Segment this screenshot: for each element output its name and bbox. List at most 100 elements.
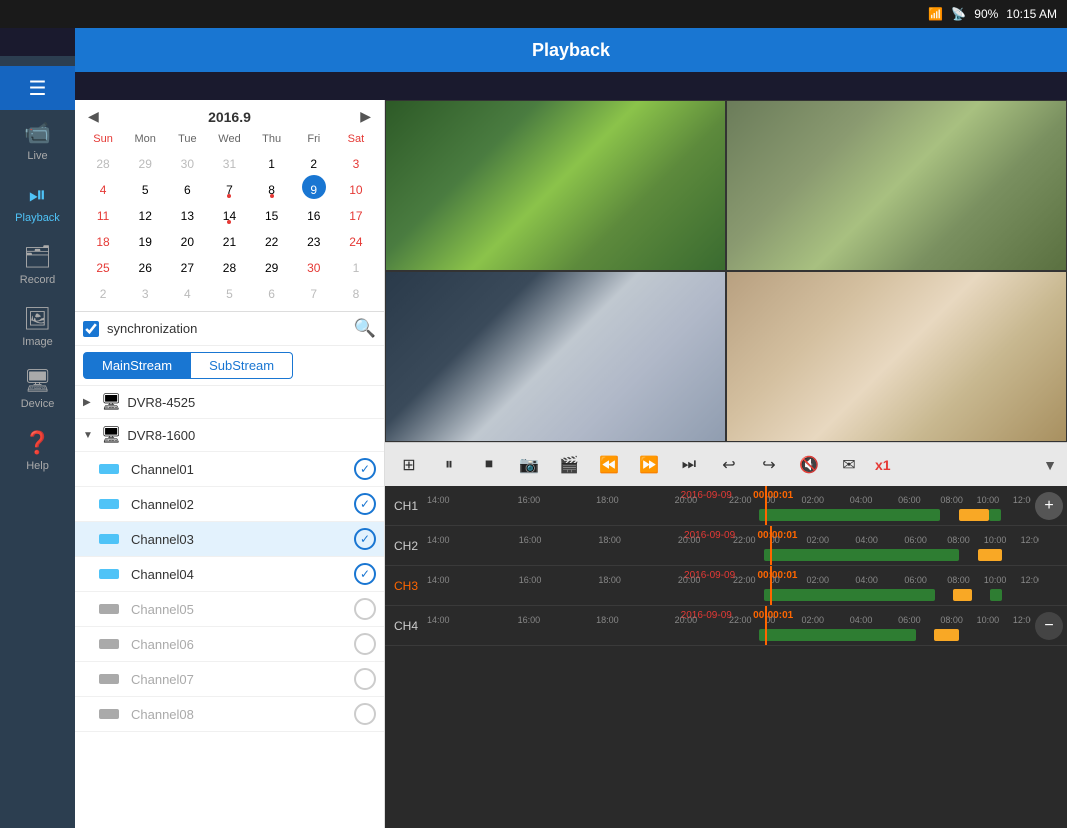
cal-day-8b[interactable]: 8 <box>344 279 368 303</box>
video-cell-3[interactable] <box>385 271 726 442</box>
channel01-row[interactable]: Channel01 ✓ <box>75 452 384 487</box>
forward-button[interactable]: ⏩ <box>635 451 663 479</box>
video-cell-4[interactable] <box>726 271 1067 442</box>
ch1-track[interactable]: 2016-09-09 00:00:01 14:00 16:00 18:00 20… <box>427 486 1031 525</box>
mute-button[interactable]: 🔇 <box>795 451 823 479</box>
channel02-check[interactable]: ✓ <box>354 493 376 515</box>
status-time[interactable]: 10:15 AM <box>1006 7 1057 21</box>
cal-day-8[interactable]: 8 <box>260 175 284 199</box>
cal-day-5b[interactable]: 5 <box>217 279 241 303</box>
pause-button[interactable]: ⏸ <box>435 451 463 479</box>
cal-day-28[interactable]: 28 <box>91 149 115 173</box>
device-dvr1[interactable]: ▶ 🖥 DVR8-4525 <box>75 386 384 419</box>
expand-button[interactable]: ▼ <box>1043 457 1057 473</box>
ch3-track[interactable]: 2016-09-09 00:00:01 14:00 16:00 18:00 20… <box>427 566 1039 605</box>
cal-day-4[interactable]: 4 <box>91 175 115 199</box>
layout-button[interactable]: ⊞ <box>395 451 423 479</box>
cal-day-10[interactable]: 10 <box>344 175 368 199</box>
cal-day-21[interactable]: 21 <box>217 227 241 251</box>
dow-sat: Sat <box>336 131 376 147</box>
sidebar-item-record[interactable]: 🗂 Record <box>0 234 75 296</box>
cal-day-3[interactable]: 3 <box>344 149 368 173</box>
cal-day-16[interactable]: 16 <box>302 201 326 225</box>
cal-day-30b[interactable]: 30 <box>302 253 326 277</box>
cal-day-29[interactable]: 29 <box>133 149 157 173</box>
cal-day-23[interactable]: 23 <box>302 227 326 251</box>
cal-day-1[interactable]: 1 <box>260 149 284 173</box>
sidebar-item-help[interactable]: ❓ Help <box>0 420 75 482</box>
cal-day-11[interactable]: 11 <box>91 201 115 225</box>
cal-day-2b[interactable]: 2 <box>91 279 115 303</box>
cal-day-1b[interactable]: 1 <box>344 253 368 277</box>
channel05-check[interactable] <box>354 598 376 620</box>
video-cell-2[interactable] <box>726 100 1067 271</box>
stop-button[interactable]: ⏹ <box>475 451 503 479</box>
cal-day-7b[interactable]: 7 <box>302 279 326 303</box>
cal-day-7[interactable]: 7 <box>217 175 241 199</box>
video-placeholder-4 <box>727 272 1066 441</box>
cal-day-22[interactable]: 22 <box>260 227 284 251</box>
cal-day-15[interactable]: 15 <box>260 201 284 225</box>
cal-day-2[interactable]: 2 <box>302 149 326 173</box>
channel06-check[interactable] <box>354 633 376 655</box>
sidebar-item-live[interactable]: 📹 Live <box>0 110 75 172</box>
cal-day-25[interactable]: 25 <box>91 253 115 277</box>
cal-day-3b[interactable]: 3 <box>133 279 157 303</box>
channel04-row[interactable]: Channel04 ✓ <box>75 557 384 592</box>
cal-day-9[interactable]: 9 <box>302 175 326 199</box>
ch4-zoom-out[interactable]: − <box>1035 612 1063 640</box>
menu-button[interactable]: ☰ <box>0 66 75 110</box>
channel05-row[interactable]: Channel05 <box>75 592 384 627</box>
cal-day-4b[interactable]: 4 <box>175 279 199 303</box>
cal-day-28b[interactable]: 28 <box>217 253 241 277</box>
channel03-row[interactable]: Channel03 ✓ <box>75 522 384 557</box>
sidebar-item-image[interactable]: 🖼 Image <box>0 296 75 358</box>
next-button[interactable]: ⏭ <box>675 451 703 479</box>
cal-day-5[interactable]: 5 <box>133 175 157 199</box>
cal-day-19[interactable]: 19 <box>133 227 157 251</box>
cal-day-24[interactable]: 24 <box>344 227 368 251</box>
ch4-track[interactable]: 2016-09-09 00:00:01 14:00 16:00 18:00 20… <box>427 606 1031 645</box>
mainstream-button[interactable]: MainStream <box>83 352 191 379</box>
ch1-zoom-in[interactable]: + <box>1035 492 1063 520</box>
cal-day-31[interactable]: 31 <box>217 149 241 173</box>
cal-day-6b[interactable]: 6 <box>260 279 284 303</box>
help-label: Help <box>26 460 49 472</box>
channel08-check[interactable] <box>354 703 376 725</box>
search-button[interactable]: 🔍 <box>354 318 376 339</box>
sync-checkbox[interactable] <box>83 321 99 337</box>
ch2-track[interactable]: 2016-09-09 00:00:01 14:00 16:00 18:00 20… <box>427 526 1039 565</box>
calendar-prev[interactable]: ◀ <box>83 108 104 125</box>
prev-clip-button[interactable]: ↩ <box>715 451 743 479</box>
sidebar-item-device[interactable]: 🖥 Device <box>0 358 75 420</box>
sidebar-item-playback[interactable]: ⏯ Playback <box>0 172 75 234</box>
video-cell-1[interactable] <box>385 100 726 271</box>
cal-day-6[interactable]: 6 <box>175 175 199 199</box>
cal-day-18[interactable]: 18 <box>91 227 115 251</box>
cal-day-13[interactable]: 13 <box>175 201 199 225</box>
channel07-row[interactable]: Channel07 <box>75 662 384 697</box>
cal-day-30[interactable]: 30 <box>175 149 199 173</box>
channel03-check[interactable]: ✓ <box>354 528 376 550</box>
record-clip-button[interactable]: 🎬 <box>555 451 583 479</box>
channel08-row[interactable]: Channel08 <box>75 697 384 732</box>
cal-day-17[interactable]: 17 <box>344 201 368 225</box>
cal-day-26[interactable]: 26 <box>133 253 157 277</box>
next-clip-button[interactable]: ↪ <box>755 451 783 479</box>
channel07-check[interactable] <box>354 668 376 690</box>
calendar-next[interactable]: ▶ <box>355 108 376 125</box>
channel04-check[interactable]: ✓ <box>354 563 376 585</box>
channel01-check[interactable]: ✓ <box>354 458 376 480</box>
email-button[interactable]: ✉ <box>835 451 863 479</box>
device-dvr2[interactable]: ▼ 🖥 DVR8-1600 <box>75 419 384 452</box>
snapshot-button[interactable]: 📷 <box>515 451 543 479</box>
cal-day-20[interactable]: 20 <box>175 227 199 251</box>
cal-day-12[interactable]: 12 <box>133 201 157 225</box>
cal-day-29b[interactable]: 29 <box>260 253 284 277</box>
channel06-row[interactable]: Channel06 <box>75 627 384 662</box>
rewind-button[interactable]: ⏪ <box>595 451 623 479</box>
cal-day-14[interactable]: 14 <box>217 201 241 225</box>
cal-day-27[interactable]: 27 <box>175 253 199 277</box>
substream-button[interactable]: SubStream <box>191 352 293 379</box>
channel02-row[interactable]: Channel02 ✓ <box>75 487 384 522</box>
